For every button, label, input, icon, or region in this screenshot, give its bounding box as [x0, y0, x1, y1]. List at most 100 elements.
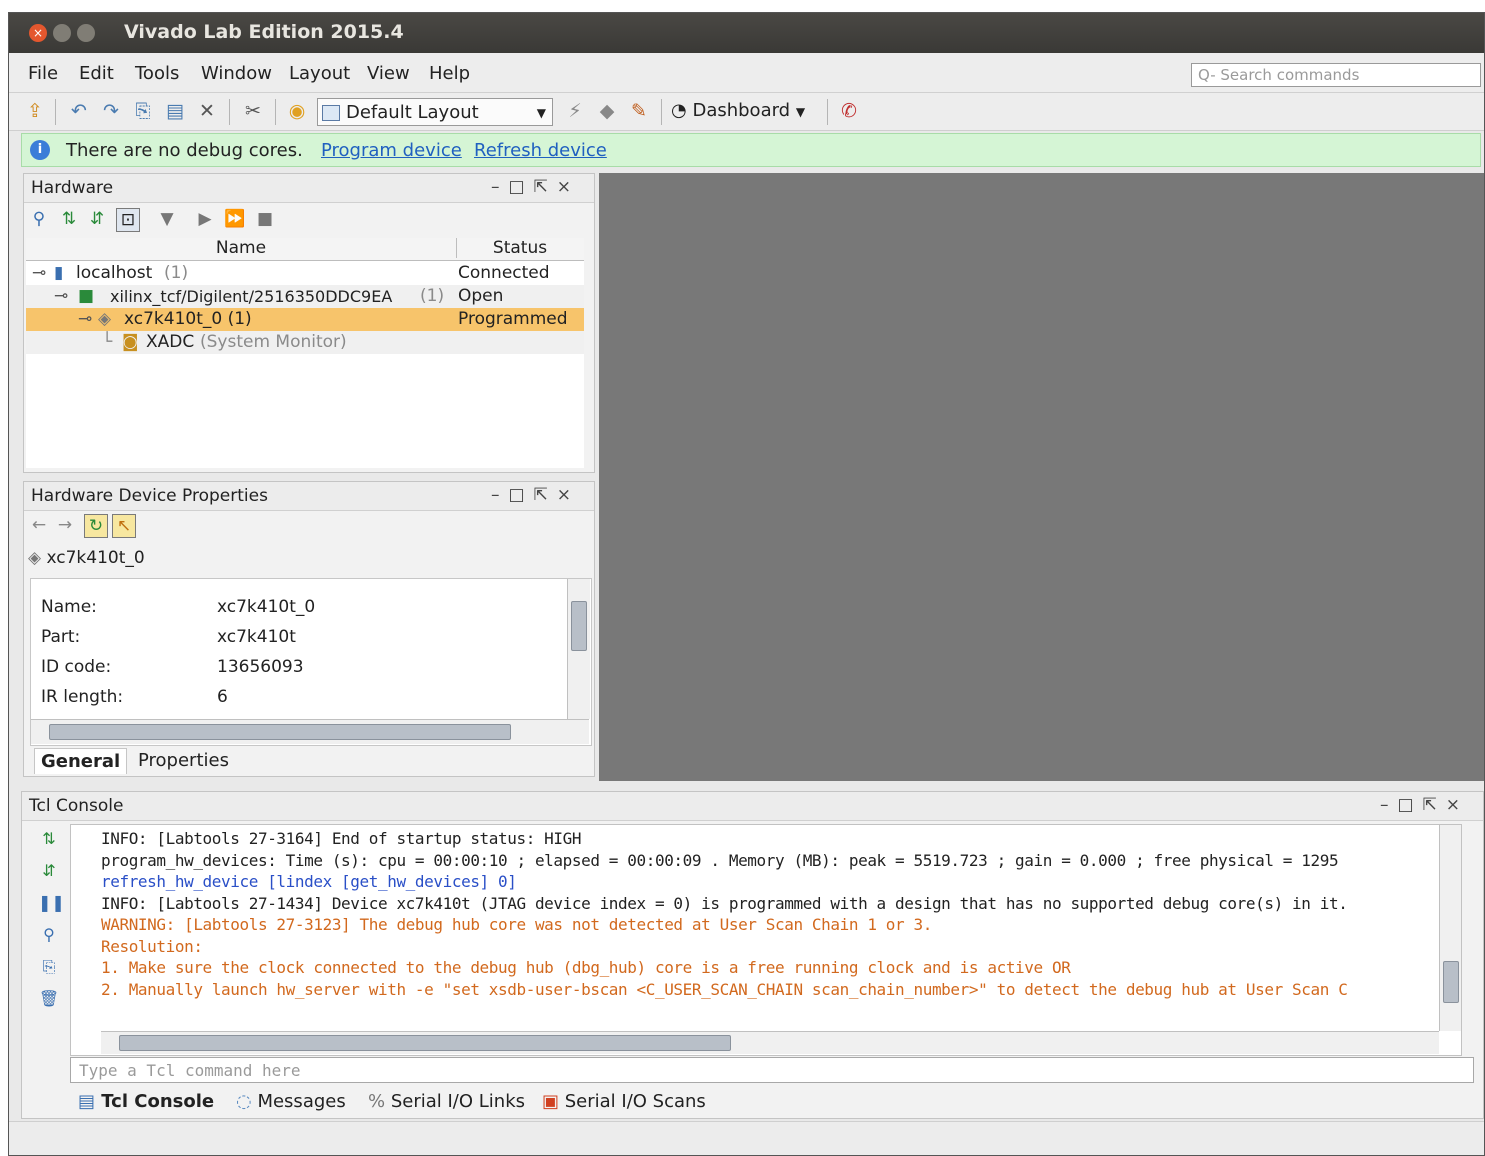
back-arrow-icon[interactable]: ← — [28, 514, 50, 536]
tab-serial-io-scans[interactable]: ▣ Serial I/O Scans — [536, 1089, 712, 1114]
selected-device-name: xc7k410t_0 — [46, 548, 145, 568]
layout-dropdown[interactable]: Default Layout ▼ — [317, 98, 553, 126]
program-icon[interactable]: ▼ — [156, 208, 178, 230]
pause-output-icon[interactable]: ❚❚ — [38, 892, 65, 914]
expander-icon[interactable]: ⊸ — [78, 308, 92, 331]
stop-icon[interactable]: ■ — [254, 208, 276, 230]
tree-node-name: xc7k410t_0 (1) — [124, 309, 252, 329]
undo-icon[interactable]: ↶ — [67, 99, 91, 123]
info-icon: i — [30, 140, 50, 160]
expand-all-icon[interactable]: ⇵ — [86, 208, 108, 230]
tab-general[interactable]: General — [34, 748, 128, 774]
properties-horizontal-scrollbar[interactable] — [31, 719, 589, 744]
scroll-thumb[interactable] — [1443, 961, 1459, 1003]
run-immediate-icon[interactable]: ⏩ — [224, 208, 246, 230]
toolbar-separator — [275, 99, 276, 125]
minimize-window-icon[interactable] — [53, 24, 71, 42]
forward-arrow-icon[interactable]: → — [54, 514, 76, 536]
panel-window-controls[interactable]: –□⇱× — [1380, 795, 1469, 815]
tree-row-target[interactable]: ⊸ ■ xilinx_tcf/Digilent/2516350DDC9EA (1… — [26, 285, 584, 308]
column-status[interactable]: Status — [458, 238, 582, 258]
expander-icon[interactable]: ⊸ — [32, 262, 46, 285]
console-vertical-scrollbar[interactable] — [1439, 825, 1461, 1031]
tcl-console-header: Tcl Console –□⇱× — [22, 792, 1483, 821]
prop-value: 13656093 — [217, 657, 304, 677]
search-commands-input[interactable]: Q- Search commands — [1191, 63, 1481, 87]
menu-tools[interactable]: Tools — [135, 63, 179, 84]
copy-icon[interactable]: ⎘ — [131, 99, 155, 123]
search-icon[interactable]: ⚲ — [28, 208, 50, 230]
tree-row-localhost[interactable]: ⊸ ▮ localhost (1) Connected — [26, 262, 584, 285]
collapse-all-icon[interactable]: ⇅ — [38, 828, 60, 850]
tree-node-name: xilinx_tcf/Digilent/2516350DDC9EA — [110, 287, 393, 306]
menu-window[interactable]: Window — [201, 63, 272, 84]
tcl-console-title: Tcl Console — [29, 796, 124, 816]
console-line: 2. Manually launch hw_server with -e "se… — [101, 980, 1348, 999]
refresh-icon[interactable]: ↻ — [84, 514, 108, 538]
collapse-all-icon[interactable]: ⇅ — [58, 208, 80, 230]
properties-box: Name: xc7k410t_0 Part: xc7k410t ID code:… — [30, 578, 592, 746]
dashboard-button[interactable]: ◔ Dashboard ▼ — [671, 100, 805, 121]
debug-probe-icon[interactable]: ⚡ — [563, 99, 587, 123]
panel-window-controls[interactable]: –□⇱× — [491, 485, 580, 505]
open-target-icon[interactable]: ⇪ — [23, 99, 47, 123]
menu-help[interactable]: Help — [429, 63, 470, 84]
layout-icon[interactable]: ◉ — [285, 99, 309, 123]
clear-console-icon[interactable]: 🗑 — [38, 988, 60, 1010]
marker-icon[interactable]: ◆ — [595, 99, 619, 123]
console-horizontal-scrollbar[interactable] — [101, 1031, 1439, 1054]
settings-tools-icon[interactable]: ✂ — [241, 99, 265, 123]
device-properties-title: Hardware Device Properties — [31, 486, 268, 506]
selected-device: ◈ xc7k410t_0 — [28, 548, 328, 570]
auto-connect-icon[interactable]: ⊡ — [116, 208, 140, 232]
tree-node-name: localhost — [76, 263, 153, 283]
select-pointer-icon[interactable]: ↖ — [112, 514, 136, 538]
scroll-thumb[interactable] — [119, 1035, 731, 1051]
show-search-icon[interactable]: ⚲ — [38, 924, 60, 946]
program-device-link[interactable]: Program device — [321, 140, 462, 161]
redo-icon[interactable]: ↷ — [99, 99, 123, 123]
tree-node-status: Connected — [458, 263, 550, 283]
main-toolbar: ⇪ ↶ ↷ ⎘ ▤ ✕ ✂ ◉ Default Layout ▼ ⚡ ◆ ✎ ◔… — [9, 93, 1484, 131]
status-bar — [9, 1121, 1484, 1155]
hardware-toolbar: ⚲ ⇅ ⇵ ⊡ ▼ ▶ ⏩ ■ — [28, 208, 328, 234]
tab-properties[interactable]: Properties — [132, 748, 235, 773]
expand-all-icon[interactable]: ⇵ — [38, 860, 60, 882]
maximize-window-icon[interactable] — [77, 24, 95, 42]
paste-icon[interactable]: ▤ — [163, 99, 187, 123]
tab-tcl-console[interactable]: ▤ Tcl Console — [72, 1089, 220, 1114]
scroll-thumb[interactable] — [49, 724, 511, 740]
help-icon[interactable]: ✆ — [837, 99, 861, 123]
tree-branch-line: └ — [102, 332, 113, 352]
close-window-icon[interactable]: × — [29, 24, 47, 42]
device-properties-panel: Hardware Device Properties –□⇱× ← → ↻ ↖ … — [23, 481, 595, 777]
expander-icon[interactable]: ⊸ — [54, 285, 68, 308]
menu-file[interactable]: File — [28, 63, 58, 84]
tcl-command-input[interactable]: Type a Tcl command here — [70, 1057, 1474, 1083]
toolbar-separator — [55, 99, 56, 125]
delete-icon[interactable]: ✕ — [195, 99, 219, 123]
jtag-target-icon: ■ — [78, 286, 95, 306]
menu-edit[interactable]: Edit — [79, 63, 114, 84]
scroll-thumb[interactable] — [571, 601, 587, 651]
tab-label: Serial I/O Links — [390, 1091, 525, 1112]
copy-icon[interactable]: ⎘ — [38, 956, 60, 978]
tree-node-count: (1) — [420, 286, 445, 306]
tab-messages[interactable]: ◌ Messages — [230, 1089, 352, 1114]
menu-layout[interactable]: Layout — [289, 63, 350, 84]
pin-icon[interactable]: ✎ — [627, 99, 651, 123]
layout-dropdown-value: Default Layout — [346, 102, 479, 123]
tab-label: Tcl Console — [101, 1091, 215, 1112]
column-name[interactable]: Name — [26, 238, 457, 258]
tree-row-device[interactable]: ⊸ ◈ xc7k410t_0 (1) Programmed — [26, 308, 584, 331]
console-line: Resolution: — [101, 937, 203, 956]
console-icon: ▤ — [78, 1091, 96, 1112]
menu-view[interactable]: View — [367, 63, 410, 84]
tree-row-xadc[interactable]: └ ◙ XADC (System Monitor) — [26, 331, 584, 354]
panel-window-controls[interactable]: –□⇱× — [491, 177, 580, 197]
run-trigger-icon[interactable]: ▶ — [194, 208, 216, 230]
tab-serial-io-links[interactable]: % Serial I/O Links — [362, 1089, 531, 1114]
refresh-device-link[interactable]: Refresh device — [474, 140, 607, 161]
properties-vertical-scrollbar[interactable] — [567, 579, 590, 719]
dashboard-label: Dashboard — [692, 100, 791, 121]
